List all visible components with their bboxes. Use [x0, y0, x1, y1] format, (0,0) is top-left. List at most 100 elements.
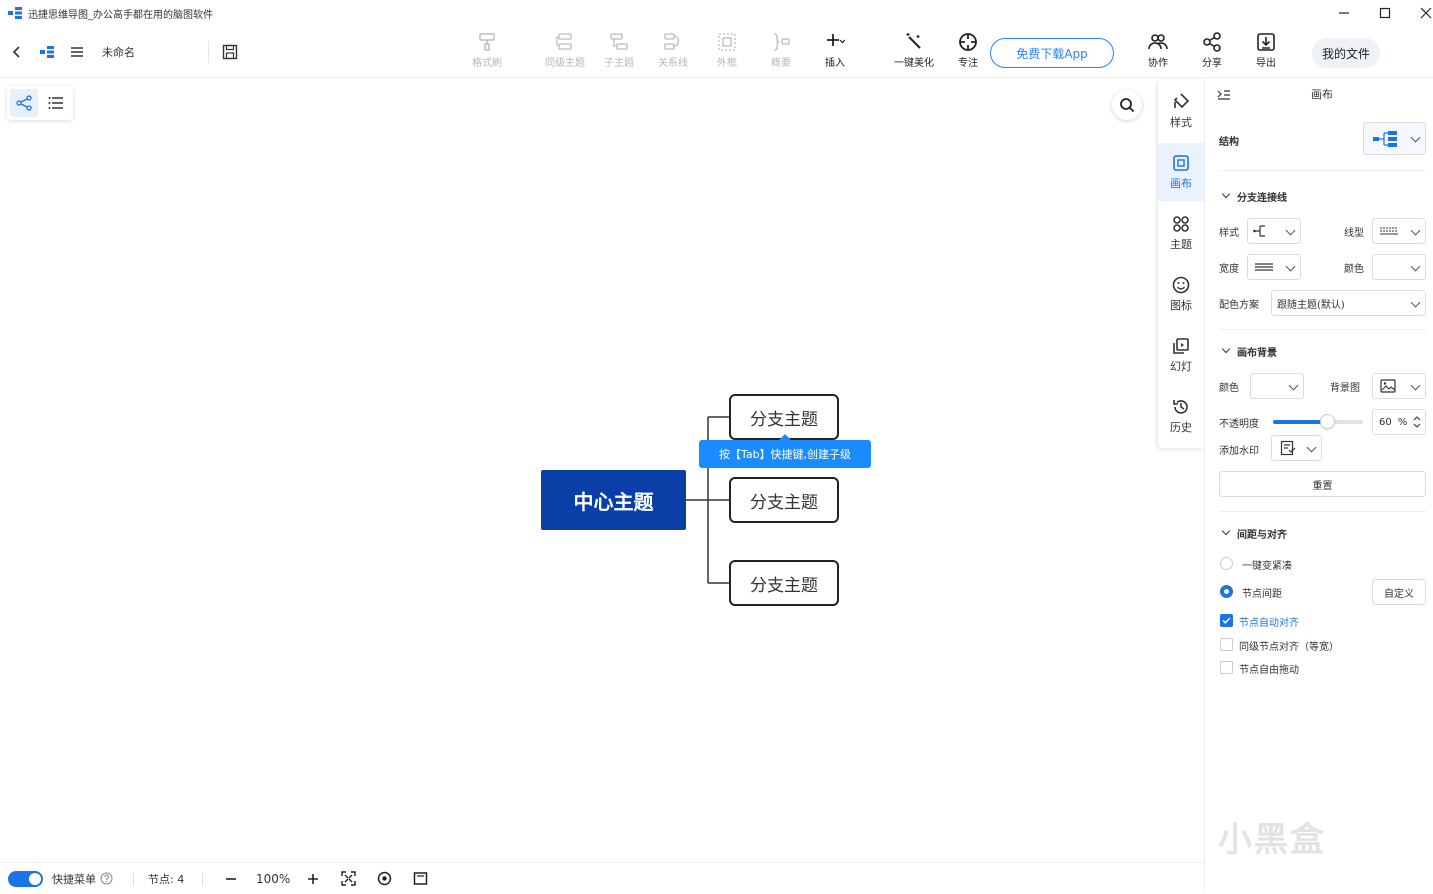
- chevron-down-icon: [1410, 132, 1421, 143]
- zoom-level: 100%: [256, 871, 291, 886]
- structure-label: 结构: [1219, 137, 1239, 148]
- free-drag-label: 节点自由拖动: [1239, 665, 1299, 676]
- branch-line-section[interactable]: 分支连接线: [1237, 189, 1287, 204]
- emoji-icon: [1172, 276, 1190, 293]
- close-button[interactable]: [1404, 0, 1433, 26]
- slides-icon: [1173, 337, 1189, 354]
- line-color-select[interactable]: [1372, 254, 1426, 280]
- same-level-align-checkbox[interactable]: [1220, 638, 1233, 651]
- divider: [1219, 329, 1426, 330]
- opacity-slider-fill: [1273, 420, 1327, 424]
- node-count: 节点: 4: [148, 872, 185, 886]
- line-type-select[interactable]: [1372, 218, 1426, 244]
- collapse-panel-icon[interactable]: [1217, 86, 1231, 105]
- zoom-out-icon[interactable]: [224, 863, 238, 894]
- export-button[interactable]: 导出: [1242, 32, 1290, 72]
- site-watermark: 小黑盒: [1218, 820, 1326, 860]
- chevron-down-icon[interactable]: [1221, 526, 1231, 536]
- bg-image-label: 背景图: [1330, 383, 1360, 394]
- tab-icons[interactable]: 图标: [1158, 265, 1204, 323]
- bg-color-label: 颜色: [1219, 383, 1239, 394]
- chevron-down-icon[interactable]: [1221, 344, 1231, 354]
- chevron-down-icon: [1285, 261, 1296, 272]
- connector-style-icon: [1253, 225, 1265, 237]
- chevron-down-icon: [1410, 380, 1421, 391]
- auto-align-label: 节点自动对齐: [1239, 618, 1299, 629]
- opacity-slider-handle[interactable]: [1320, 414, 1335, 429]
- compact-radio[interactable]: [1220, 557, 1233, 570]
- auto-align-checkbox[interactable]: [1220, 614, 1233, 627]
- history-icon: [1173, 399, 1188, 414]
- line-width-select[interactable]: [1247, 254, 1301, 280]
- chevron-down-icon: [1285, 225, 1296, 236]
- chevron-down-icon[interactable]: [1221, 189, 1231, 199]
- node-spacing-label: 节点间距: [1242, 589, 1282, 600]
- tab-canvas[interactable]: 画布: [1158, 143, 1204, 201]
- structure-select[interactable]: [1363, 122, 1426, 155]
- custom-spacing-button[interactable]: 自定义: [1372, 579, 1426, 605]
- node-spacing-radio[interactable]: [1220, 585, 1233, 598]
- tab-style[interactable]: 样式: [1158, 82, 1204, 140]
- help-icon[interactable]: [100, 863, 113, 894]
- canvas-bg-section[interactable]: 画布背景: [1237, 344, 1277, 359]
- watermark-icon: [1280, 440, 1296, 456]
- compact-label: 一键变紧凑: [1242, 561, 1292, 572]
- chevron-down-icon: [1288, 380, 1299, 391]
- share-button[interactable]: 分享: [1188, 32, 1236, 72]
- minimize-button[interactable]: [1322, 0, 1366, 26]
- style-icon: [1173, 92, 1190, 108]
- free-drag-checkbox[interactable]: [1220, 661, 1233, 674]
- theme-icon: [1173, 215, 1189, 232]
- line-width-icon: [1255, 263, 1273, 271]
- export-icon: [1257, 33, 1275, 51]
- same-level-align-label: 同级节点对齐（等宽）: [1239, 642, 1339, 653]
- opacity-label: 不透明度: [1219, 419, 1259, 430]
- bg-image-select[interactable]: [1372, 373, 1426, 399]
- stepper-arrows-icon[interactable]: [1413, 415, 1421, 429]
- locate-icon[interactable]: [377, 863, 392, 894]
- chevron-down-icon: [1410, 225, 1421, 236]
- line-color-label: 颜色: [1344, 264, 1364, 275]
- my-files-button[interactable]: 我的文件: [1312, 38, 1380, 68]
- branch-topic[interactable]: 分支主题: [729, 477, 839, 523]
- color-scheme-select[interactable]: 跟随主题(默认): [1271, 290, 1426, 316]
- structure-icon: [1373, 130, 1397, 147]
- line-style-label: 样式: [1219, 228, 1239, 239]
- fit-screen-icon[interactable]: [341, 863, 356, 894]
- watermark-select[interactable]: [1271, 435, 1322, 461]
- divider: [202, 872, 203, 886]
- maximize-button[interactable]: [1363, 0, 1407, 26]
- tab-slides[interactable]: 幻灯: [1158, 326, 1204, 384]
- branch-topic[interactable]: 分支主题: [729, 560, 839, 606]
- spacing-section[interactable]: 间距与对齐: [1237, 526, 1287, 541]
- quick-menu-label: 快捷菜单: [52, 872, 96, 886]
- property-panel: 画布 结构 分支连接线 样式 线型 宽度 颜色 配色方案 跟随主题(默认) 画布…: [1204, 78, 1433, 893]
- opacity-stepper[interactable]: 60 %: [1372, 409, 1426, 435]
- opacity-slider-track[interactable]: [1273, 420, 1363, 424]
- chevron-down-icon: [1410, 297, 1421, 308]
- connector-lines: [686, 416, 730, 584]
- check-icon: [1222, 617, 1231, 624]
- chevron-down-icon: [1306, 442, 1317, 453]
- color-scheme-label: 配色方案: [1219, 300, 1259, 311]
- canvas-icon: [1173, 154, 1189, 171]
- reset-button[interactable]: 重置: [1219, 471, 1426, 497]
- tab-theme[interactable]: 主题: [1158, 204, 1204, 262]
- divider: [1219, 511, 1426, 512]
- quick-menu-toggle[interactable]: [8, 871, 43, 887]
- line-style-select[interactable]: [1247, 218, 1301, 244]
- dashed-line-icon: [1380, 227, 1398, 235]
- divider: [1219, 170, 1426, 171]
- share-icon: [1203, 32, 1221, 52]
- zoom-in-icon[interactable]: [306, 863, 320, 894]
- tab-history[interactable]: 历史: [1158, 387, 1204, 445]
- width-label: 宽度: [1219, 264, 1239, 275]
- watermark-label: 添加水印: [1219, 446, 1259, 457]
- central-topic[interactable]: 中心主题: [541, 470, 686, 530]
- fullscreen-icon[interactable]: [413, 863, 428, 894]
- chevron-down-icon: [1410, 261, 1421, 272]
- panel-title: 画布: [1311, 88, 1333, 101]
- divider: [133, 872, 134, 886]
- image-icon: [1380, 379, 1396, 393]
- bg-color-select[interactable]: [1250, 373, 1304, 399]
